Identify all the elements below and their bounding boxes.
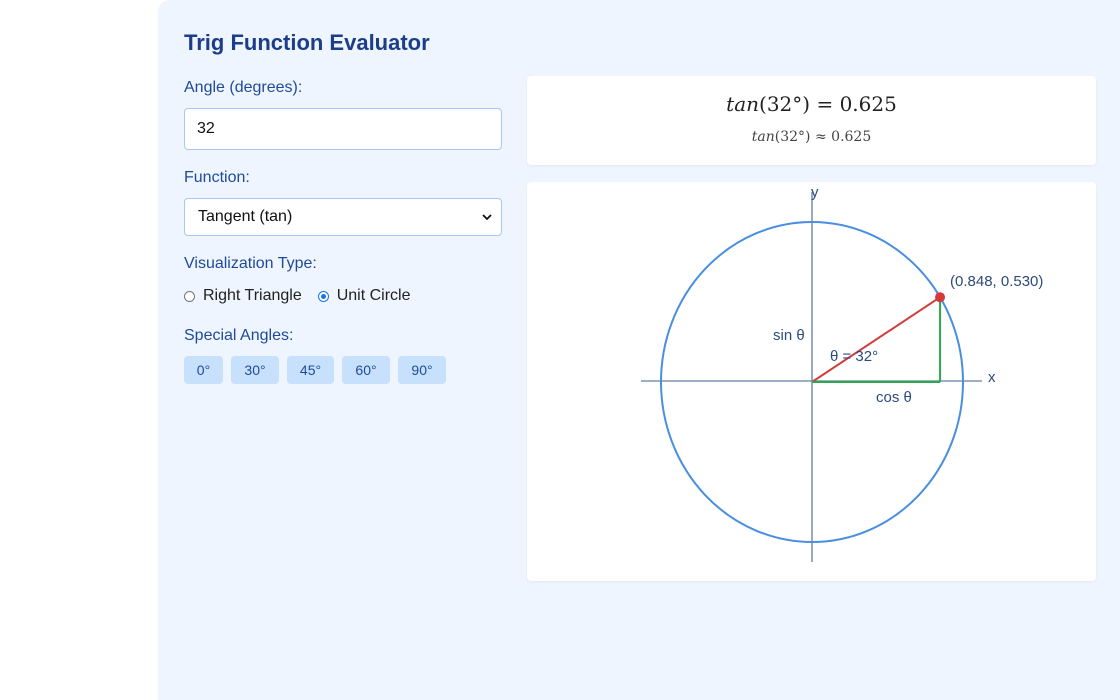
special-angles-label: Special Angles: <box>184 327 294 344</box>
visualization-label: Visualization Type: <box>184 255 317 272</box>
function-select[interactable]: Tangent (tan) <box>184 198 502 236</box>
approx-function-name: tan <box>751 129 775 145</box>
angle-point <box>935 292 946 303</box>
sin-label: sin θ <box>773 327 805 344</box>
special-angle-0-button[interactable]: 0° <box>184 356 223 384</box>
special-angles-buttons: 0° 30° 45° 60° 90° <box>184 356 446 384</box>
x-axis-label: x <box>988 369 996 386</box>
result-angle: 32° <box>766 92 803 116</box>
approx-sign: ≈ <box>814 129 827 145</box>
theta-label: θ = 32° <box>830 348 878 365</box>
result-function-name: tan <box>726 92 759 116</box>
result-equals-sign: = <box>816 92 834 116</box>
y-axis-label: y <box>811 184 819 201</box>
radio-right-triangle-circle[interactable] <box>184 290 195 302</box>
visualization-radio-group: Right Triangle Unit Circle <box>184 287 427 305</box>
radio-unit-circle-label: Unit Circle <box>336 287 411 304</box>
radius-line <box>811 296 941 383</box>
function-selected-value: Tangent (tan) <box>198 208 293 225</box>
result-card: tan(32°) = 0.625 tan(32°) ≈ 0.625 <box>527 76 1096 165</box>
radio-unit-circle[interactable]: Unit Circle <box>317 287 411 305</box>
approx-value: 0.625 <box>831 129 872 145</box>
angle-label: Angle (degrees): <box>184 79 303 96</box>
unit-circle-card: x y (0.848, 0.530) sin θ cos θ θ = 32° <box>527 182 1096 581</box>
special-angle-45-button[interactable]: 45° <box>287 356 334 384</box>
point-coordinates-label: (0.848, 0.530) <box>950 273 1043 290</box>
page-title: Trig Function Evaluator <box>184 30 430 55</box>
angle-input[interactable] <box>184 108 502 150</box>
radio-unit-circle-circle[interactable] <box>317 290 329 302</box>
radio-right-triangle[interactable]: Right Triangle <box>184 287 302 305</box>
approx-angle: 32° <box>780 129 806 145</box>
cos-label: cos θ <box>876 389 912 406</box>
special-angle-30-button[interactable]: 30° <box>231 356 279 384</box>
result-equation: tan(32°) = 0.625 <box>726 92 897 116</box>
radio-right-triangle-label: Right Triangle <box>203 287 302 304</box>
chevron-down-icon <box>482 214 492 221</box>
function-label: Function: <box>184 169 250 186</box>
unit-circle-diagram: x y (0.848, 0.530) sin θ cos θ θ = 32° <box>641 184 1043 562</box>
result-value: 0.625 <box>839 92 897 116</box>
result-approximation: tan(32°) ≈ 0.625 <box>751 129 872 145</box>
special-angle-60-button[interactable]: 60° <box>342 356 390 384</box>
special-angle-90-button[interactable]: 90° <box>398 356 446 384</box>
main-panel: Trig Function Evaluator Angle (degrees):… <box>158 0 1120 700</box>
